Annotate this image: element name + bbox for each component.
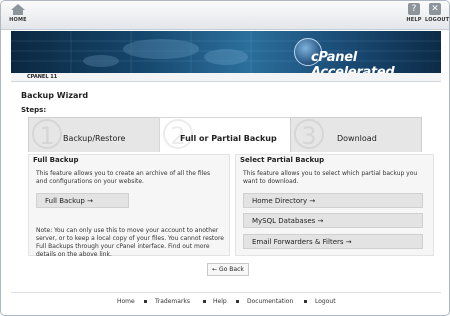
- top-toolbar: HOME ? HELP ✕ LOGOUT: [1, 1, 449, 30]
- step-backup-restore[interactable]: 1 Backup/Restore: [28, 117, 160, 152]
- step-number: 3: [294, 119, 324, 150]
- footer-separator: [304, 300, 307, 303]
- partial-backup-heading: Select Partial Backup: [240, 156, 325, 164]
- footer-separator: [203, 300, 206, 303]
- step-full-or-partial-backup[interactable]: 2 Full or Partial Backup: [159, 117, 291, 152]
- footer-link-logout[interactable]: Logout: [315, 298, 336, 305]
- version-label: CPANEL 11: [27, 74, 58, 80]
- footer-separator: [236, 300, 239, 303]
- step-download[interactable]: 3 Download: [290, 117, 422, 152]
- home-directory-button[interactable]: Home Directory →: [243, 193, 423, 208]
- home-button[interactable]: HOME: [7, 3, 29, 23]
- footer-separator: [144, 300, 147, 303]
- full-backup-button[interactable]: Full Backup →: [36, 193, 129, 208]
- email-forwarders-filters-button[interactable]: Email Forwarders & Filters →: [243, 234, 423, 249]
- footer-link-documentation[interactable]: Documentation: [247, 298, 293, 305]
- app-window: HOME ? HELP ✕ LOGOUT cPanel Accelerated: [0, 0, 450, 316]
- version-bar: CPANEL 11: [11, 73, 441, 82]
- help-icon: ?: [408, 3, 420, 15]
- full-backup-panel: Full Backup This feature allows you to c…: [28, 154, 230, 258]
- step-label: Backup/Restore: [63, 134, 126, 143]
- full-backup-description: This feature allows you to create an arc…: [36, 170, 211, 185]
- cpanel-logo-text: cPanel Accelerated2: [311, 50, 401, 73]
- partial-backup-panel: Select Partial Backup This feature allow…: [235, 154, 434, 256]
- help-label: HELP: [406, 17, 422, 23]
- partial-backup-description: This feature allows you to select which …: [243, 170, 418, 185]
- home-icon: [7, 4, 29, 15]
- mysql-databases-button[interactable]: MySQL Databases →: [243, 213, 423, 228]
- step-label: Full or Partial Backup: [180, 134, 277, 143]
- logout-button[interactable]: ✕ LOGOUT: [425, 3, 450, 23]
- full-backup-note: Note: You can only use this to move your…: [36, 227, 224, 258]
- footer-divider: [11, 292, 441, 293]
- footer-link-home[interactable]: Home: [117, 298, 135, 305]
- logout-icon: ✕: [429, 3, 441, 15]
- logout-label: LOGOUT: [425, 17, 450, 23]
- help-button[interactable]: ? HELP: [405, 3, 423, 23]
- footer-link-help[interactable]: Help: [213, 298, 227, 305]
- go-back-button[interactable]: ← Go Back: [207, 263, 249, 276]
- step-label: Download: [337, 134, 377, 143]
- page-title: Backup Wizard: [21, 91, 89, 100]
- step-number: 1: [32, 119, 62, 150]
- header-banner: cPanel Accelerated2: [11, 31, 441, 73]
- full-backup-heading: Full Backup: [33, 156, 79, 164]
- footer-link-trademarks[interactable]: Trademarks: [155, 298, 190, 305]
- steps-label: Steps:: [21, 106, 47, 114]
- home-label: HOME: [9, 17, 27, 23]
